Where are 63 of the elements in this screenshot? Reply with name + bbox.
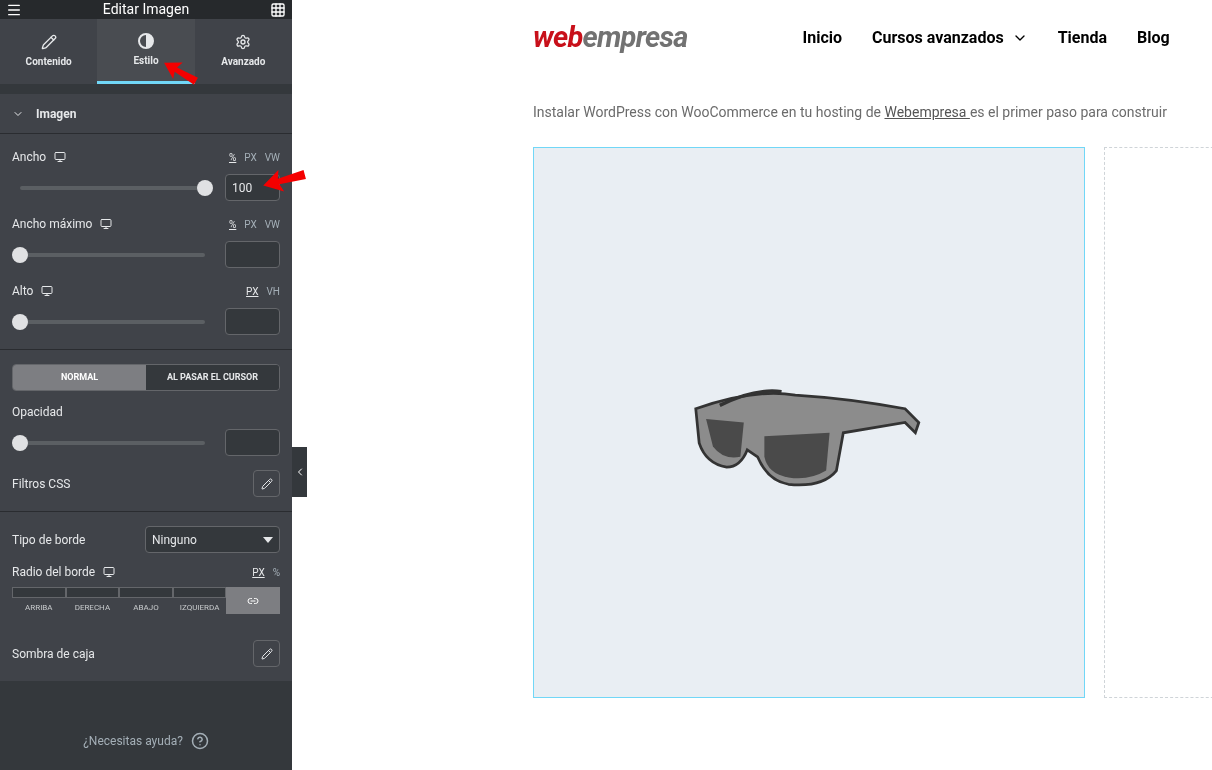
- settings-icon: [235, 34, 252, 50]
- control-label: Tipo de borde: [12, 531, 86, 549]
- panel-tab[interactable]: Contenido: [0, 19, 98, 84]
- field-caption: DERECHA: [74, 602, 111, 614]
- help-link[interactable]: ¿Necesitas ayuda?: [83, 732, 183, 750]
- slider-handle[interactable]: [197, 179, 213, 196]
- apps-grid-icon[interactable]: [270, 1, 286, 18]
- panel-tab[interactable]: Estilo: [97, 19, 195, 84]
- pencil-icon: [260, 477, 273, 490]
- section-title[interactable]: Imagen: [36, 104, 77, 123]
- radius-field[interactable]: [65, 587, 120, 598]
- field-caption: ARRIBA: [25, 602, 53, 614]
- help-icon[interactable]: [190, 732, 209, 750]
- desktop-icon[interactable]: [54, 151, 67, 163]
- radius-field[interactable]: [12, 587, 66, 598]
- slider-handle[interactable]: [12, 434, 28, 451]
- webempresa-link[interactable]: Webempresa: [884, 104, 970, 120]
- desktop-icon[interactable]: [41, 285, 54, 297]
- unit-option[interactable]: VH: [266, 283, 280, 299]
- unit-option[interactable]: %: [229, 149, 237, 165]
- number-field[interactable]: [225, 429, 280, 456]
- unit-option[interactable]: PX: [246, 283, 259, 299]
- radius-field[interactable]: [172, 587, 227, 598]
- unit-option[interactable]: %: [229, 216, 237, 232]
- unit-option[interactable]: VW: [264, 149, 280, 165]
- number-field[interactable]: [225, 241, 280, 268]
- nav-link[interactable]: Inicio: [802, 26, 842, 50]
- pencil-icon: [40, 34, 57, 50]
- control-label: Opacidad: [12, 404, 64, 421]
- unit-option[interactable]: PX: [244, 149, 257, 165]
- nav-link[interactable]: Cursos avanzados: [872, 26, 1028, 50]
- contrast-icon: [138, 32, 154, 49]
- number-field[interactable]: [225, 308, 280, 335]
- field-caption: IZQUIERDA: [179, 602, 220, 614]
- control-label: Ancho máximo: [12, 216, 93, 233]
- edit-button[interactable]: [253, 640, 280, 667]
- desktop-icon[interactable]: [103, 566, 116, 578]
- field-caption: ABAJO: [133, 602, 159, 614]
- panel-tab[interactable]: Avanzado: [194, 19, 292, 84]
- desktop-icon[interactable]: [100, 218, 113, 230]
- nav-link[interactable]: Tienda: [1057, 26, 1107, 50]
- control-label: Filtros CSS: [12, 475, 71, 493]
- state-tab[interactable]: NORMAL: [13, 365, 146, 390]
- radius-field[interactable]: [119, 587, 173, 598]
- unit-option[interactable]: %: [272, 564, 280, 580]
- unit-option[interactable]: VW: [264, 216, 280, 232]
- unit-option[interactable]: PX: [252, 564, 265, 580]
- unit-option[interactable]: PX: [244, 216, 257, 232]
- state-tab[interactable]: AL PASAR EL CURSOR: [146, 365, 279, 390]
- control-label: Sombra de caja: [12, 645, 95, 663]
- control-label: Radio del borde: [12, 564, 96, 581]
- pencil-icon: [260, 647, 273, 660]
- slider-handle[interactable]: [12, 313, 28, 330]
- edit-button[interactable]: [253, 470, 280, 497]
- slider-handle[interactable]: [12, 246, 28, 263]
- intro-paragraph: Instalar WordPress con WooCommerce en tu hosting de Webempresa es el primer paso para construir: [533, 103, 1168, 122]
- control-label: Alto: [12, 283, 34, 300]
- border-type-select[interactable]: Ninguno: [145, 526, 280, 553]
- control-label: Ancho: [12, 149, 47, 166]
- panel-title: Editar Imagen: [102, 0, 190, 19]
- nav-link[interactable]: Blog: [1137, 26, 1170, 50]
- site-logo[interactable]: webempresa: [533, 16, 688, 60]
- dropdown-caret-icon: [263, 536, 273, 543]
